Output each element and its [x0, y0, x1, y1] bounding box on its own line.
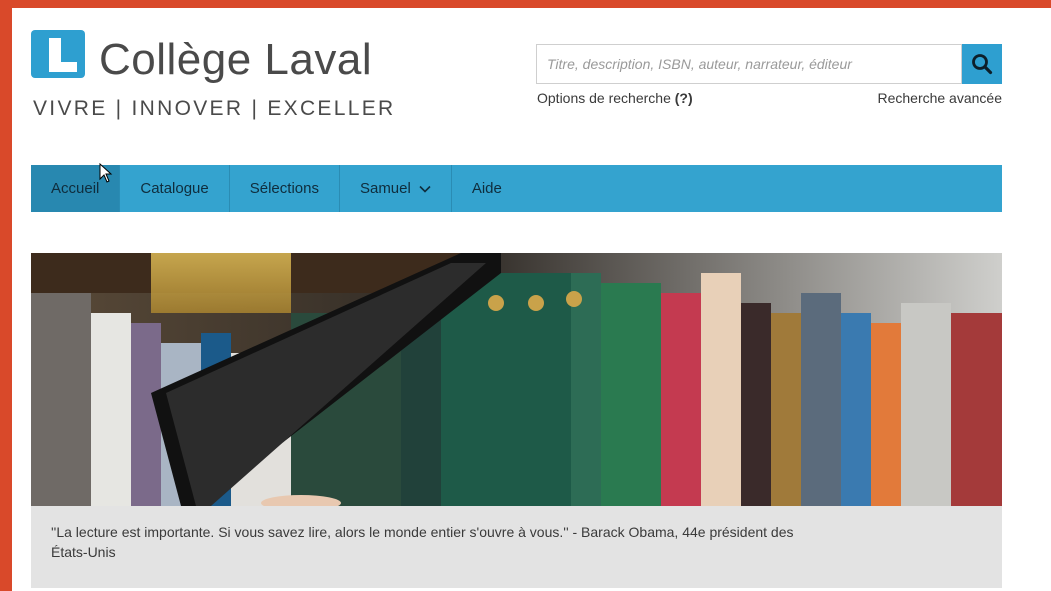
hero-caption: ''La lecture est importante. Si vous sav… — [31, 506, 1002, 588]
nav-item-label: Catalogue — [140, 180, 209, 197]
nav-item-catalogue[interactable]: Catalogue — [120, 165, 230, 212]
hero-library-image — [31, 253, 1002, 506]
search-button[interactable] — [962, 44, 1002, 84]
search-options-label: Options de recherche — [537, 90, 675, 106]
hero-image — [31, 253, 1002, 506]
college-logo-mark-icon — [31, 30, 85, 78]
caption-line-1: ''La lecture est importante. Si vous sav… — [51, 524, 794, 540]
advanced-search-link[interactable]: Recherche avancée — [877, 90, 1002, 106]
search-options-help[interactable]: (?) — [675, 90, 693, 106]
nav-item-selections[interactable]: Sélections — [230, 165, 340, 212]
nav-item-label: Sélections — [249, 180, 319, 197]
college-name: Collège Laval — [99, 35, 373, 84]
college-logo[interactable]: Collège Laval VIVRE | INNOVER | EXCELLER — [31, 30, 393, 130]
window-frame-left — [0, 0, 12, 591]
nav-item-label: Aide — [471, 180, 502, 197]
page: Collège Laval VIVRE | INNOVER | EXCELLER… — [12, 8, 1051, 591]
caption-line-2: États-Unis — [51, 544, 116, 560]
main-nav: Accueil Catalogue Sélections Samuel Aide — [31, 165, 1002, 212]
nav-item-aide[interactable]: Aide — [452, 165, 522, 212]
search-input[interactable] — [537, 45, 963, 83]
mouse-cursor-icon — [99, 163, 113, 183]
search-options-link[interactable]: Options de recherche (?) — [537, 90, 693, 106]
search-box — [536, 44, 963, 84]
college-tagline: VIVRE | INNOVER | EXCELLER — [33, 97, 396, 120]
chevron-down-icon — [419, 185, 431, 193]
nav-item-samuel[interactable]: Samuel — [340, 165, 452, 212]
nav-item-label: Accueil — [51, 180, 100, 197]
window-frame-top — [0, 0, 1051, 8]
search-icon — [972, 54, 993, 75]
nav-item-label: Samuel — [359, 180, 411, 197]
